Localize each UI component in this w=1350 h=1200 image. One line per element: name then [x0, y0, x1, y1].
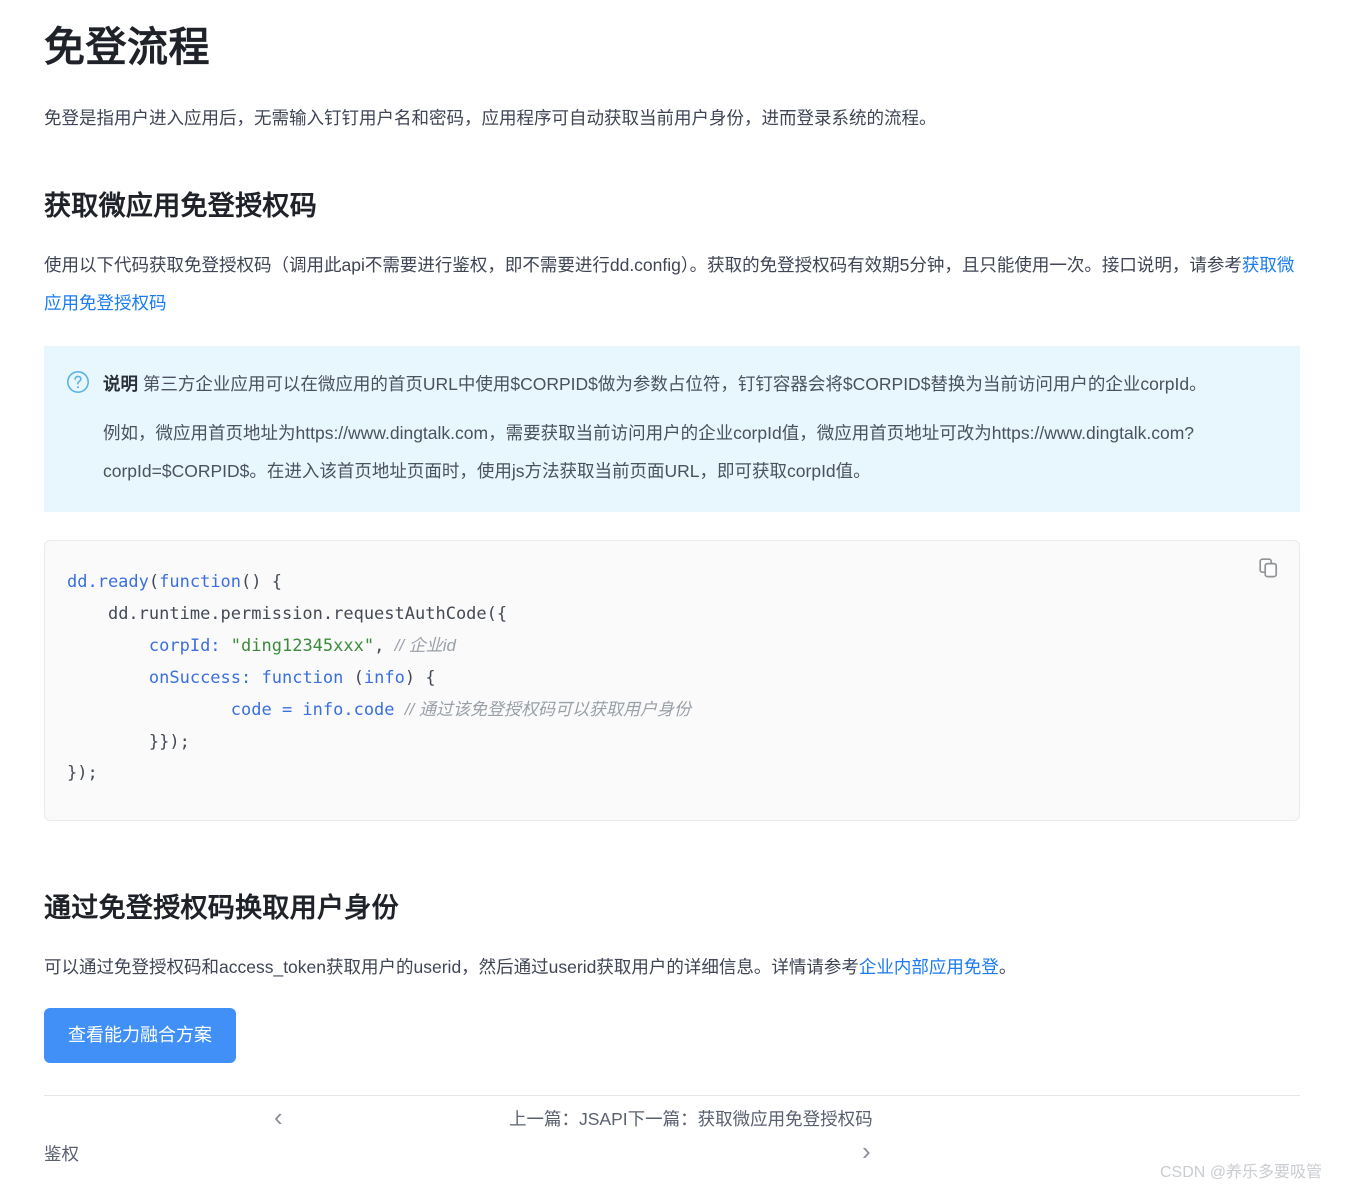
question-circle-icon [66, 370, 90, 394]
lead-paragraph: 免登是指用户进入应用后，无需输入钉钉用户名和密码，应用程序可自动获取当前用户身份… [44, 108, 937, 129]
chevron-left-icon[interactable]: ‹ [274, 1102, 283, 1133]
footer-nav-center-text[interactable]: 上一篇：JSAPI下一篇：获取微应用免登授权码 [509, 1106, 873, 1131]
copy-icon[interactable] [1255, 555, 1281, 581]
exchange-text-before: 可以通过免登授权码和access_token获取用户的userid，然后通过us… [44, 956, 859, 977]
code-token-function-kw-1: function [159, 572, 242, 593]
code-token-function-kw-2: function [261, 667, 344, 688]
internal-app-login-link[interactable]: 企业内部应用免登 [859, 957, 999, 977]
code-token-corpid-value: "ding12345xxx" [230, 636, 375, 657]
code-token-fn-name: dd.ready [67, 572, 149, 593]
footer-prev-page-label[interactable]: 鉴权 [44, 1141, 79, 1166]
code-token-corpid-prop: corpId: [148, 636, 221, 657]
code-block: dd.ready(function() { dd.runtime.permiss… [44, 540, 1300, 821]
code-token-code-expr: code = info.code [230, 700, 395, 721]
auth-code-intro-paragraph: 使用以下代码获取免登授权码（调用此api不需要进行鉴权，即不需要进行dd.con… [44, 246, 1300, 322]
code-token-info-param: info [363, 667, 405, 688]
section-heading-auth-code: 获取微应用免登授权码 [44, 191, 317, 222]
exchange-paragraph: 可以通过免登授权码和access_token获取用户的userid，然后通过us… [44, 948, 1300, 986]
page-title: 免登流程 [44, 24, 210, 70]
note-text: 第三方企业应用可以在微应用的首页URL中使用$CORPID$做为参数占位符，钉钉… [142, 374, 1207, 395]
code-token-onsuccess-prop: onSuccess: [148, 667, 252, 688]
section-heading-exchange: 通过免登授权码换取用户身份 [44, 892, 399, 923]
note-label: 说明 [103, 374, 138, 395]
document-page: 免登流程 免登是指用户进入应用后，无需输入钉钉用户名和密码，应用程序可自动获取当… [0, 0, 1350, 1200]
note-body: 说明 第三方企业应用可以在微应用的首页URL中使用$CORPID$做为参数占位符… [103, 366, 1274, 490]
chevron-right-icon[interactable]: › [862, 1136, 871, 1167]
code-content: dd.ready(function() { dd.runtime.permiss… [67, 572, 691, 784]
note-example-text: 例如，微应用首页地址为https://www.dingtalk.com，需要获取… [103, 423, 1195, 482]
exchange-text-after: 。 [998, 956, 1017, 977]
footer-navigation: 鉴权 ‹ 上一篇：JSAPI下一篇：获取微应用免登授权码 › [44, 1096, 1300, 1192]
csdn-watermark: CSDN @养乐多要吸管 [1159, 1164, 1322, 1181]
auth-code-intro-text: 使用以下代码获取免登授权码（调用此api不需要进行鉴权，即不需要进行dd.con… [44, 255, 1242, 276]
code-comment-code: // 通过该免登授权码可以获取用户身份 [404, 700, 691, 720]
note-box: 说明 第三方企业应用可以在微应用的首页URL中使用$CORPID$做为参数占位符… [44, 346, 1300, 513]
code-comment-corpid: // 企业id [394, 636, 456, 656]
note-main-line: 说明 第三方企业应用可以在微应用的首页URL中使用$CORPID$做为参数占位符… [103, 366, 1274, 402]
view-capability-solution-button[interactable]: 查看能力融合方案 [44, 1007, 236, 1063]
